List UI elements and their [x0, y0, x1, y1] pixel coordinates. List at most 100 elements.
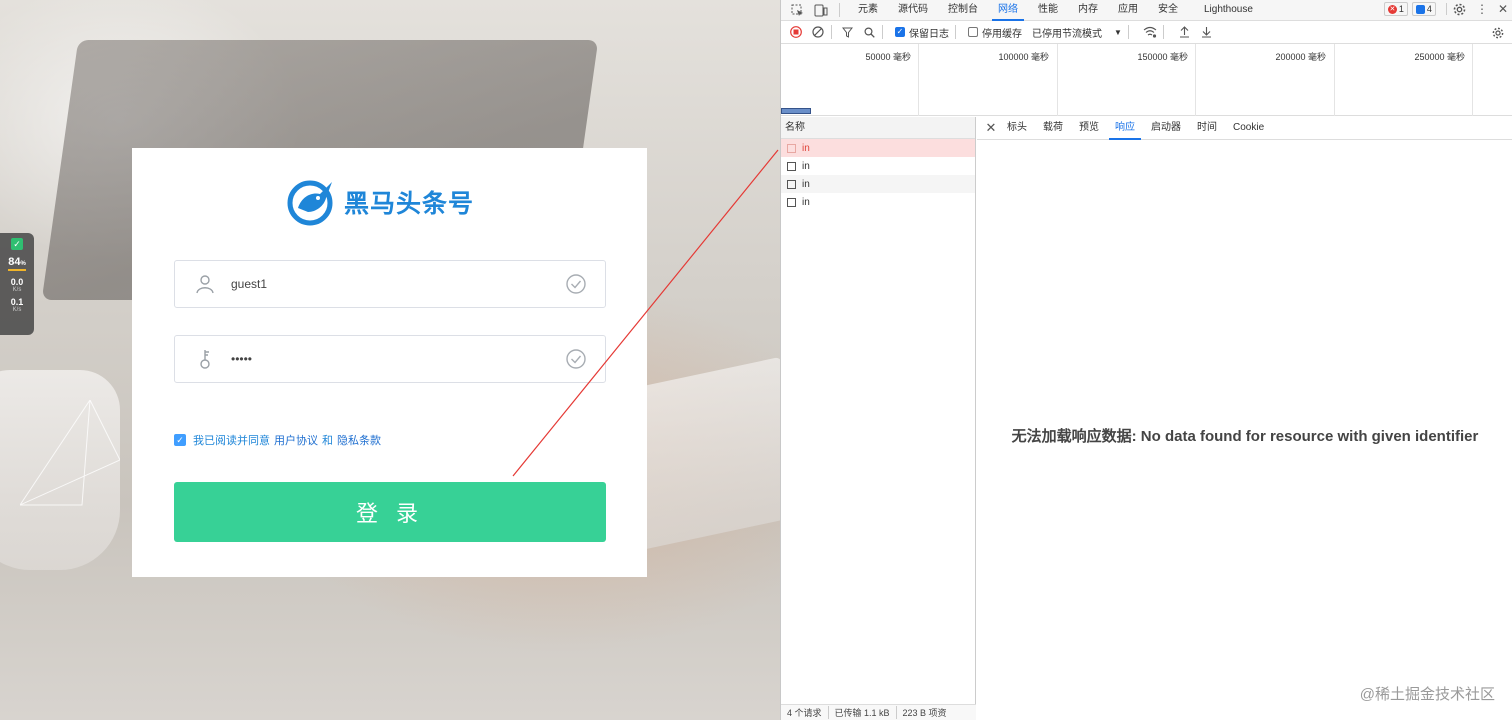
timeline-label: 150000 毫秒 [1137, 52, 1188, 62]
request-row[interactable]: in [781, 193, 975, 211]
tab-lighthouse[interactable]: Lighthouse [1194, 0, 1263, 20]
timeline-column: 250000 毫秒 [1335, 44, 1473, 116]
throttling-select[interactable]: 已停用节流模式 [1032, 25, 1102, 40]
password-input[interactable]: ••••• [231, 352, 565, 366]
request-row[interactable]: in [781, 175, 975, 193]
timeline-label: 200000 毫秒 [1275, 52, 1326, 62]
network-toolbar: ✓ 保留日志 停用缓存 已停用节流模式 ▼ [781, 21, 1512, 44]
agreement-and: 和 [322, 435, 333, 447]
tab-application[interactable]: 应用 [1108, 0, 1148, 20]
record-stop-icon[interactable] [789, 25, 803, 39]
watermark: @稀土掘金技术社区 [1359, 686, 1495, 703]
separator [955, 25, 956, 39]
tab-elements[interactable]: 元素 [848, 0, 888, 20]
agreement-text: 我已阅读并同意 [193, 435, 270, 447]
tab-timing[interactable]: 时间 [1189, 117, 1225, 139]
brand: 黑马头条号 [286, 178, 474, 226]
download-speed: 0.1 [10, 297, 24, 307]
tab-memory[interactable]: 内存 [1068, 0, 1108, 20]
tab-preview[interactable]: 预览 [1071, 117, 1107, 139]
close-detail-icon[interactable]: ✕ [983, 120, 999, 136]
request-row[interactable]: in [781, 139, 975, 157]
request-list: 名称 in in in in 4 个请求 已传输 1.1 kB 223 B 项资 [781, 117, 976, 720]
devtools-right-controls: ✕ 1 4 ⋮ ✕ [1383, 2, 1508, 16]
preserve-log-label: 保留日志 [909, 28, 949, 40]
request-type-icon [787, 197, 796, 207]
name-column-header[interactable]: 名称 [781, 117, 975, 139]
timeline-request-bar [781, 108, 811, 114]
request-count: 4 个请求 [781, 706, 829, 719]
timeline-column: 50000 毫秒 [781, 44, 919, 116]
password-field[interactable]: ••••• [174, 335, 606, 383]
usage-bar [8, 269, 26, 271]
user-agreement-link[interactable]: 用户协议 [274, 432, 318, 448]
agreement-checkbox[interactable]: ✓ [174, 434, 186, 446]
tab-security[interactable]: 安全 [1148, 0, 1188, 20]
device-toolbar-icon[interactable] [813, 3, 829, 17]
tab-initiator[interactable]: 启动器 [1143, 117, 1189, 139]
more-options-icon[interactable]: ⋮ [1476, 2, 1488, 16]
inspect-element-icon[interactable] [789, 3, 805, 17]
system-monitor-widget[interactable]: ✓ 84% 0.0 K/s 0.1 K/s [0, 233, 34, 335]
request-name: in [802, 160, 810, 172]
request-detail-pane: ✕ 标头 载荷 预览 响应 启动器 时间 Cookie 无法加载响应数据: No… [977, 117, 1512, 720]
network-settings-icon[interactable] [1492, 27, 1504, 42]
agreement-row: ✓ 我已阅读并同意 用户协议 和 隐私条款 [174, 432, 385, 448]
timeline-column: 150000 毫秒 [1058, 44, 1196, 116]
network-conditions-icon[interactable] [1143, 25, 1157, 39]
disable-cache-label: 停用缓存 [982, 28, 1022, 40]
privacy-policy-link[interactable]: 隐私条款 [337, 432, 381, 448]
username-field[interactable]: guest1 [174, 260, 606, 308]
upload-unit: K/s [12, 287, 22, 293]
close-devtools-icon[interactable]: ✕ [1498, 2, 1508, 16]
download-unit: K/s [12, 307, 22, 313]
username-input[interactable]: guest1 [231, 277, 565, 291]
timeline-label: 250000 毫秒 [1414, 52, 1465, 62]
transferred-size: 已传输 1.1 kB [829, 706, 897, 719]
tab-response[interactable]: 响应 [1107, 117, 1143, 140]
message-icon [1415, 4, 1425, 14]
separator [1162, 25, 1164, 39]
request-name: in [802, 196, 810, 208]
search-icon[interactable] [862, 25, 876, 39]
request-row[interactable]: in [781, 157, 975, 175]
request-type-icon [787, 161, 796, 171]
web-page: ✓ 84% 0.0 K/s 0.1 K/s 黑马头条号 guest1 •••••… [0, 0, 780, 720]
tab-sources[interactable]: 源代码 [888, 0, 938, 20]
import-har-icon[interactable] [1178, 25, 1192, 39]
error-badge[interactable]: ✕ 1 [1383, 2, 1408, 16]
upload-speed: 0.0 [10, 277, 24, 287]
message-badge[interactable]: 4 [1411, 2, 1436, 16]
tab-cookies[interactable]: Cookie [1225, 117, 1272, 139]
tab-performance[interactable]: 性能 [1028, 0, 1068, 20]
tab-headers[interactable]: 标头 [999, 117, 1035, 139]
tab-payload[interactable]: 载荷 [1035, 117, 1071, 139]
request-type-icon [787, 179, 796, 189]
login-card: 黑马头条号 guest1 ••••• ✓ 我已阅读并同意 用户协议 和 隐私条款… [132, 148, 647, 577]
login-button[interactable]: 登 录 [174, 482, 606, 542]
separator [882, 25, 883, 39]
filter-icon[interactable] [840, 25, 854, 39]
network-status-bar: 4 个请求 已传输 1.1 kB 223 B 项资 [781, 704, 976, 720]
tab-console[interactable]: 控制台 [938, 0, 988, 20]
tab-network[interactable]: 网络 [988, 0, 1028, 21]
timeline-column: 200000 毫秒 [1196, 44, 1335, 116]
request-name: in [802, 142, 810, 154]
network-overview-timeline[interactable]: 50000 毫秒 100000 毫秒 150000 毫秒 200000 毫秒 2… [781, 44, 1512, 116]
clear-icon[interactable] [811, 25, 825, 39]
brand-name: 黑马头条号 [344, 190, 475, 218]
error-icon: ✕ [1387, 4, 1397, 14]
gear-icon[interactable] [1453, 3, 1466, 16]
chevron-down-icon[interactable]: ▼ [1114, 28, 1122, 37]
timeline-label: 100000 毫秒 [998, 52, 1049, 62]
export-har-icon[interactable] [1200, 25, 1214, 39]
resources-size: 223 B 项资 [902, 708, 947, 718]
preserve-log-checkbox[interactable]: ✓ [895, 27, 905, 37]
devtools-tabbar: 元素 源代码 控制台 网络 性能 内存 应用 安全 Lighthouse ✕ 1 … [781, 0, 1512, 21]
background-triangle [20, 400, 120, 506]
check-icon: ✓ [11, 238, 23, 250]
key-icon [193, 347, 217, 371]
check-circle-icon [566, 274, 586, 294]
disable-cache-checkbox[interactable] [968, 27, 978, 37]
separator [1445, 3, 1447, 15]
